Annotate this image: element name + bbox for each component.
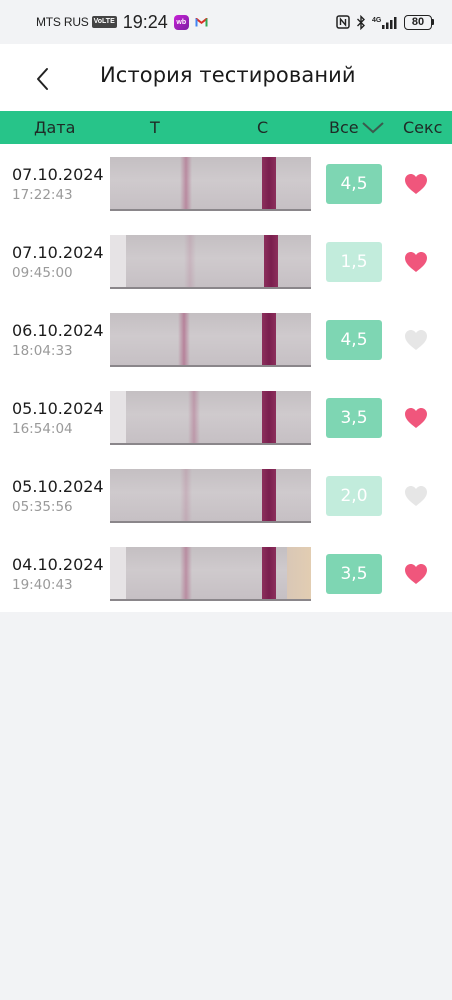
score-badge[interactable]: 4,5 bbox=[326, 164, 382, 204]
heart-icon[interactable] bbox=[404, 485, 428, 507]
score-badge[interactable]: 2,0 bbox=[326, 476, 382, 516]
strip-test-line bbox=[180, 157, 192, 209]
battery-indicator: 80 bbox=[404, 14, 434, 30]
strip-edge-left bbox=[110, 391, 126, 443]
wildberries-app-icon: wb bbox=[173, 14, 189, 30]
wb-badge-label: wb bbox=[176, 18, 187, 26]
page-title: История тестирований bbox=[100, 63, 356, 87]
strip-test-line bbox=[178, 313, 190, 365]
strip-control-line bbox=[262, 547, 276, 599]
row-time: 05:35:56 bbox=[12, 499, 73, 515]
heart-icon[interactable] bbox=[404, 407, 428, 429]
filter-all-dropdown[interactable]: Все bbox=[329, 118, 359, 137]
test-history-list: 07.10.2024 17:22:43 4,5 07.10.2024 09:45:00 1… bbox=[0, 144, 452, 612]
row-date: 05.10.2024 bbox=[12, 399, 104, 418]
strip-edge-left bbox=[110, 547, 126, 599]
signal-4g-icon: 4G bbox=[372, 16, 397, 29]
test-row[interactable]: 05.10.2024 16:54:04 3,5 bbox=[0, 378, 452, 456]
status-time: 19:24 bbox=[122, 11, 168, 32]
column-header: Дата T C Все Секс bbox=[0, 111, 452, 144]
strip-control-line bbox=[262, 391, 276, 443]
column-c-line: C bbox=[257, 118, 269, 137]
strip-test-line bbox=[184, 235, 196, 287]
battery-level: 80 bbox=[404, 14, 432, 30]
strip-test-line bbox=[180, 469, 192, 521]
row-time: 16:54:04 bbox=[12, 421, 73, 437]
test-strip-photo[interactable] bbox=[110, 313, 311, 367]
heart-icon[interactable] bbox=[404, 251, 428, 273]
heart-icon[interactable] bbox=[404, 329, 428, 351]
strip-edge-right bbox=[287, 547, 311, 599]
row-date: 06.10.2024 bbox=[12, 321, 104, 340]
network-type-label: 4G bbox=[372, 17, 382, 24]
row-date: 07.10.2024 bbox=[12, 243, 104, 262]
row-date: 07.10.2024 bbox=[12, 165, 104, 184]
strip-control-line bbox=[262, 469, 276, 521]
strip-control-line bbox=[262, 157, 276, 209]
test-strip-photo[interactable] bbox=[110, 235, 311, 289]
row-time: 18:04:33 bbox=[12, 343, 73, 359]
column-sex: Секс bbox=[403, 118, 443, 137]
strip-test-line bbox=[188, 391, 200, 443]
strip-control-line bbox=[264, 235, 278, 287]
test-strip-photo[interactable] bbox=[110, 547, 311, 601]
heart-icon[interactable] bbox=[404, 173, 428, 195]
battery-tip bbox=[432, 19, 434, 25]
row-date: 05.10.2024 bbox=[12, 477, 104, 496]
heart-icon[interactable] bbox=[404, 563, 428, 585]
row-time: 19:40:43 bbox=[12, 577, 73, 593]
test-row[interactable]: 05.10.2024 05:35:56 2,0 bbox=[0, 456, 452, 534]
status-bar: MTS RUS VoLTE 19:24 wb 4G 80 bbox=[0, 0, 452, 44]
row-time: 09:45:00 bbox=[12, 265, 73, 281]
score-badge[interactable]: 3,5 bbox=[326, 398, 382, 438]
chevron-left-icon bbox=[37, 68, 48, 90]
score-badge[interactable]: 3,5 bbox=[326, 554, 382, 594]
carrier-name: MTS RUS bbox=[36, 15, 89, 29]
status-icons: 4G 80 bbox=[336, 14, 434, 30]
strip-edge-left bbox=[110, 235, 126, 287]
row-date: 04.10.2024 bbox=[12, 555, 104, 574]
test-strip-photo[interactable] bbox=[110, 391, 311, 445]
app-header: История тестирований bbox=[0, 44, 452, 111]
column-t-line: T bbox=[150, 118, 160, 137]
volte-badge: VoLTE bbox=[91, 16, 117, 28]
bluetooth-icon bbox=[357, 14, 365, 30]
test-row[interactable]: 07.10.2024 17:22:43 4,5 bbox=[0, 144, 452, 222]
score-badge[interactable]: 1,5 bbox=[326, 242, 382, 282]
score-badge[interactable]: 4,5 bbox=[326, 320, 382, 360]
row-time: 17:22:43 bbox=[12, 187, 73, 203]
nfc-icon bbox=[336, 15, 350, 29]
chevron-down-icon[interactable] bbox=[361, 121, 385, 135]
strip-control-line bbox=[262, 313, 276, 365]
column-date: Дата bbox=[34, 118, 76, 137]
test-row[interactable]: 06.10.2024 18:04:33 4,5 bbox=[0, 300, 452, 378]
gmail-icon bbox=[195, 18, 208, 27]
back-button[interactable] bbox=[28, 64, 58, 94]
strip-test-line bbox=[180, 547, 192, 599]
test-row[interactable]: 04.10.2024 19:40:43 3,5 bbox=[0, 534, 452, 612]
test-strip-photo[interactable] bbox=[110, 157, 311, 211]
test-strip-photo[interactable] bbox=[110, 469, 311, 523]
test-row[interactable]: 07.10.2024 09:45:00 1,5 bbox=[0, 222, 452, 300]
